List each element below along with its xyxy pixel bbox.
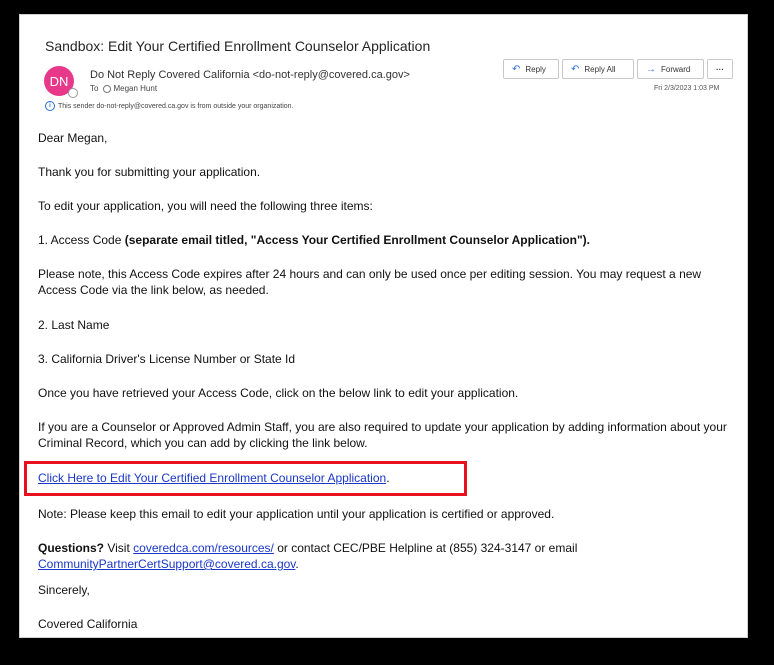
item-access-code: 1. Access Code (separate email titled, "… bbox=[38, 232, 728, 248]
access-code-note: Please note, this Access Code expires af… bbox=[38, 267, 702, 297]
to-label: To bbox=[90, 84, 99, 93]
more-icon: ··· bbox=[716, 64, 724, 74]
email-subject: Sandbox: Edit Your Certified Enrollment … bbox=[45, 38, 431, 54]
counselor-paragraph: If you are a Counselor or Approved Admin… bbox=[38, 420, 727, 450]
item-access-code-label: 1. Access Code bbox=[38, 233, 125, 247]
retrieved-paragraph: Once you have retrieved your Access Code… bbox=[38, 386, 519, 400]
resources-link[interactable]: coveredca.com/resources/ bbox=[133, 541, 274, 555]
message-actions: ↶ Reply ↶ Reply All → Forward ··· bbox=[503, 59, 733, 79]
reply-label: Reply bbox=[525, 64, 546, 74]
questions-contact: or contact CEC/PBE Helpline at (855) 324… bbox=[273, 541, 578, 555]
info-icon: i bbox=[45, 101, 55, 111]
more-actions-button[interactable]: ··· bbox=[707, 59, 733, 79]
item-license-number: 3. California Driver's License Number or… bbox=[38, 352, 296, 366]
greeting: Dear Megan, bbox=[38, 131, 108, 145]
recipient-line: To Megan Hunt bbox=[90, 84, 157, 93]
recipient-presence-icon bbox=[103, 84, 112, 93]
item-access-code-detail: (separate email titled, "Access Your Cer… bbox=[124, 233, 590, 247]
support-email-link[interactable]: CommunityPartnerCertSupport@covered.ca.g… bbox=[38, 557, 295, 571]
intro-paragraph: To edit your application, you will need … bbox=[38, 199, 373, 213]
thanks-paragraph: Thank you for submitting your applicatio… bbox=[38, 165, 261, 179]
link-highlight-box bbox=[24, 461, 467, 496]
sender-line[interactable]: Do Not Reply Covered California <do-not-… bbox=[90, 69, 410, 81]
external-sender-notice: i This sender do-not-reply@covered.ca.go… bbox=[45, 101, 294, 111]
questions-tail: . bbox=[295, 557, 299, 571]
reply-all-icon: ↶ bbox=[571, 63, 580, 75]
questions-visit: Visit bbox=[104, 541, 134, 555]
questions-label: Questions? bbox=[38, 541, 105, 555]
forward-button[interactable]: → Forward bbox=[637, 59, 704, 79]
forward-icon: → bbox=[646, 63, 656, 75]
sincerely: Sincerely, bbox=[38, 583, 90, 597]
external-sender-text: This sender do-not-reply@covered.ca.gov … bbox=[58, 102, 294, 110]
reply-all-button[interactable]: ↶ Reply All bbox=[562, 59, 634, 79]
questions-paragraph: Questions? Visit coveredca.com/resources… bbox=[38, 540, 728, 572]
reply-button[interactable]: ↶ Reply bbox=[503, 59, 559, 79]
recipient-name[interactable]: Megan Hunt bbox=[113, 84, 157, 93]
forward-label: Forward bbox=[661, 64, 691, 74]
reply-all-label: Reply All bbox=[584, 64, 616, 74]
item-last-name: 2. Last Name bbox=[38, 318, 110, 332]
signature: Covered California bbox=[38, 617, 138, 631]
presence-status-icon bbox=[68, 88, 78, 98]
reply-icon: ↶ bbox=[512, 63, 521, 75]
received-datetime: Fri 2/3/2023 1:03 PM bbox=[654, 85, 720, 92]
keep-email-note: Note: Please keep this email to edit you… bbox=[38, 507, 555, 521]
